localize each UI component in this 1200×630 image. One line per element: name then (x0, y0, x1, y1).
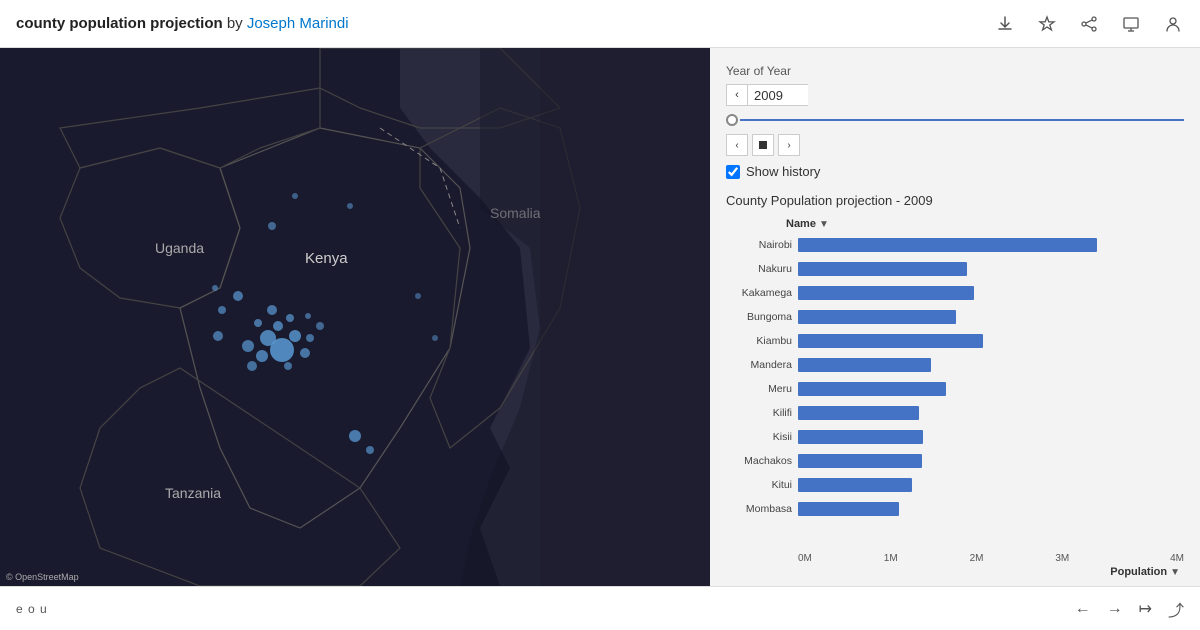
bar-fill (798, 334, 983, 348)
header: county population projection by Joseph M… (0, 0, 1200, 48)
population-axis-label: Population (1110, 566, 1167, 578)
bar-fill (798, 502, 899, 516)
table-row: Mandera (726, 354, 1184, 376)
name-filter-icon[interactable]: ▼ (819, 219, 829, 230)
map-credits: © OpenStreetMap (6, 572, 79, 582)
play-next-button[interactable]: › (778, 134, 800, 156)
name-column-header: Name ▼ (786, 218, 829, 230)
table-row: Kilifi (726, 402, 1184, 424)
bar-container[interactable] (798, 358, 1184, 372)
present-icon[interactable] (1120, 13, 1142, 35)
bar-fill (798, 262, 967, 276)
map-area: Uganda Kenya Somalia Tanzania (0, 48, 710, 586)
bar-fill (798, 310, 956, 324)
table-row: Bungoma (726, 306, 1184, 328)
share-icon[interactable] (1078, 13, 1100, 35)
population-filter-icon[interactable]: ▼ (1170, 567, 1180, 578)
bar-container[interactable] (798, 238, 1184, 252)
bar-container[interactable] (798, 286, 1184, 300)
bar-label: Bungoma (726, 311, 798, 323)
bar-label: Kiambu (726, 335, 798, 347)
year-input[interactable] (748, 84, 808, 106)
table-row: Kiambu (726, 330, 1184, 352)
table-row: Meru (726, 378, 1184, 400)
slider-dot (726, 114, 738, 126)
bar-container[interactable] (798, 430, 1184, 444)
bar-fill (798, 454, 922, 468)
footer-end-button[interactable]: ↦ (1139, 599, 1152, 619)
year-control: ‹ (726, 84, 1184, 106)
bar-container[interactable] (798, 502, 1184, 516)
bars-area: Nairobi Nakuru Kakamega Bungoma Kiambu Mander… (726, 234, 1184, 549)
author-link[interactable]: Joseph Marindi (247, 15, 349, 32)
show-history-checkbox[interactable] (726, 165, 740, 179)
main-content: Uganda Kenya Somalia Tanzania (0, 48, 1200, 586)
user-icon[interactable] (1162, 13, 1184, 35)
footer-left-text: e o u (16, 602, 48, 616)
header-title: county population projection by Joseph M… (16, 15, 349, 32)
bar-label: Kisii (726, 431, 798, 443)
bar-chart: Name ▼ Nairobi Nakuru Kakamega Bungoma Kiamb… (726, 218, 1184, 578)
slider-container[interactable] (726, 114, 1184, 126)
bar-fill (798, 286, 974, 300)
bar-container[interactable] (798, 382, 1184, 396)
svg-text:Kenya: Kenya (305, 250, 348, 267)
chart-title: County Population projection - 2009 (726, 193, 1184, 208)
download-icon[interactable] (994, 13, 1016, 35)
bar-fill (798, 478, 912, 492)
table-row: Machakos (726, 450, 1184, 472)
show-history-row: Show history (726, 164, 1184, 179)
bar-label: Kakamega (726, 287, 798, 299)
bar-fill (798, 406, 919, 420)
table-row: Kakamega (726, 282, 1184, 304)
bar-fill (798, 238, 1097, 252)
footer-forward-button[interactable]: → (1107, 600, 1123, 618)
table-row: Kisii (726, 426, 1184, 448)
bar-container[interactable] (798, 478, 1184, 492)
bar-fill (798, 382, 946, 396)
show-history-label[interactable]: Show history (746, 164, 820, 179)
star-icon[interactable] (1036, 13, 1058, 35)
svg-text:Uganda: Uganda (155, 240, 204, 256)
footer-share-nav-button[interactable]: ⤴ (1168, 597, 1184, 621)
footer: e o u ← → ↦ ⤴ (0, 586, 1200, 630)
bar-container[interactable] (798, 262, 1184, 276)
footer-nav: ← → ↦ ⤴ (1075, 597, 1184, 621)
header-icons (994, 13, 1184, 35)
slider-track (740, 119, 1184, 121)
bar-container[interactable] (798, 406, 1184, 420)
playback-controls: ‹ › (726, 134, 1184, 156)
bar-label: Meru (726, 383, 798, 395)
bar-container[interactable] (798, 334, 1184, 348)
year-label: Year of Year (726, 64, 1184, 78)
bar-label: Kilifi (726, 407, 798, 419)
bar-label: Mombasa (726, 503, 798, 515)
table-row: Mombasa (726, 498, 1184, 520)
x-axis: 0M 1M 2M 3M 4M (726, 553, 1184, 564)
footer-back-button[interactable]: ← (1075, 600, 1091, 618)
title-bold-text: county population projection (16, 15, 223, 32)
bar-label: Kitui (726, 479, 798, 491)
bar-fill (798, 358, 931, 372)
bar-label: Nairobi (726, 239, 798, 251)
bar-container[interactable] (798, 310, 1184, 324)
table-row: Nairobi (726, 234, 1184, 256)
right-panel: Year of Year ‹ ‹ › Show history County P… (710, 48, 1200, 586)
table-row: Nakuru (726, 258, 1184, 280)
stop-button[interactable] (752, 134, 774, 156)
bar-label: Nakuru (726, 263, 798, 275)
bar-label: Machakos (726, 455, 798, 467)
bar-container[interactable] (798, 454, 1184, 468)
bar-fill (798, 430, 923, 444)
x-axis-label-row: Population ▼ (726, 566, 1184, 578)
bar-label: Mandera (726, 359, 798, 371)
by-text: by (227, 15, 243, 32)
chart-header: Name ▼ (726, 218, 1184, 230)
year-prev-button[interactable]: ‹ (726, 84, 748, 106)
svg-text:Tanzania: Tanzania (165, 485, 221, 501)
stop-icon (759, 141, 767, 149)
table-row: Kitui (726, 474, 1184, 496)
play-prev-button[interactable]: ‹ (726, 134, 748, 156)
